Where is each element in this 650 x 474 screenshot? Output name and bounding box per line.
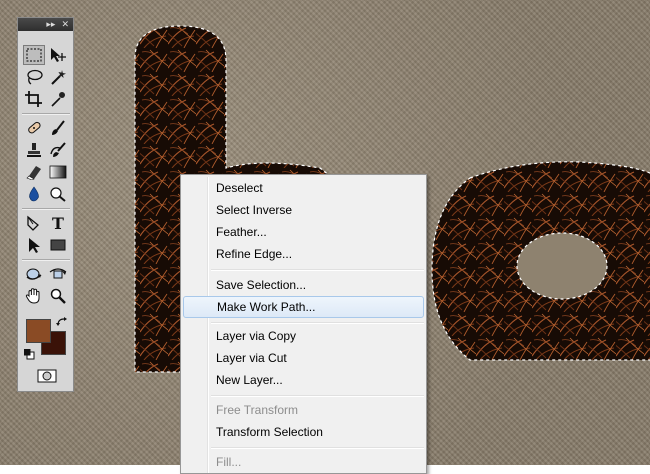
eraser-icon[interactable] [23,162,45,182]
3d-rotate-icon[interactable] [23,264,45,284]
default-colors-icon[interactable] [23,347,35,365]
menu-item-transform-selection[interactable]: Transform Selection [183,421,424,443]
zoom-icon[interactable] [47,286,69,306]
menu-item-new-layer[interactable]: New Layer... [183,369,424,391]
tools-panel-titlebar[interactable]: ▸▸ ✕ [18,18,73,31]
blur-icon[interactable] [23,184,45,204]
menu-item-select-inverse[interactable]: Select Inverse [183,199,424,221]
healing-brush-icon[interactable] [23,118,45,138]
quick-mask-icon[interactable] [36,366,58,386]
menu-item-make-work-path[interactable]: Make Work Path... [183,296,424,318]
menu-item-fill: Fill... [216,455,242,469]
close-panel-button[interactable]: ✕ [61,18,69,31]
move-icon[interactable] [47,45,69,65]
eyedropper-icon[interactable] [47,89,69,109]
clone-stamp-icon[interactable] [23,140,45,160]
pen-icon[interactable] [23,213,45,233]
gradient-icon[interactable] [47,162,69,182]
menu-item-deselect[interactable]: Deselect [183,177,424,199]
crop-icon[interactable] [23,89,45,109]
menu-item-layer-via-copy[interactable]: Layer via Copy [183,325,424,347]
rectangle-shape-icon[interactable] [47,235,69,255]
menu-item-save-selection[interactable]: Save Selection... [183,274,424,296]
rectangular-marquee-icon[interactable] [23,45,45,65]
dodge-icon[interactable] [47,184,69,204]
letter-a-counter [516,232,608,300]
hand-icon[interactable] [23,286,45,306]
selection-context-menu[interactable]: Deselect Select Inverse Feather... Refin… [180,174,427,474]
magic-wand-icon[interactable] [47,67,69,87]
3d-orbit-icon[interactable] [47,264,69,284]
menu-item-refine-edge[interactable]: Refine Edge... [183,243,424,265]
type-icon[interactable]: T [47,213,69,233]
foreground-color-swatch[interactable] [26,319,51,343]
type-tool-glyph: T [52,213,64,233]
swap-colors-icon[interactable] [56,315,68,333]
lasso-icon[interactable] [23,67,45,87]
menu-item-free-transform: Free Transform [216,403,299,417]
path-selection-icon[interactable] [23,235,45,255]
collapse-panel-button[interactable]: ▸▸ [46,18,55,31]
tools-panel[interactable]: ▸▸ ✕ T [17,17,74,392]
brush-icon[interactable] [47,118,69,138]
history-brush-icon[interactable] [47,140,69,160]
menu-item-layer-via-cut[interactable]: Layer via Cut [183,347,424,369]
menu-item-feather[interactable]: Feather... [183,221,424,243]
